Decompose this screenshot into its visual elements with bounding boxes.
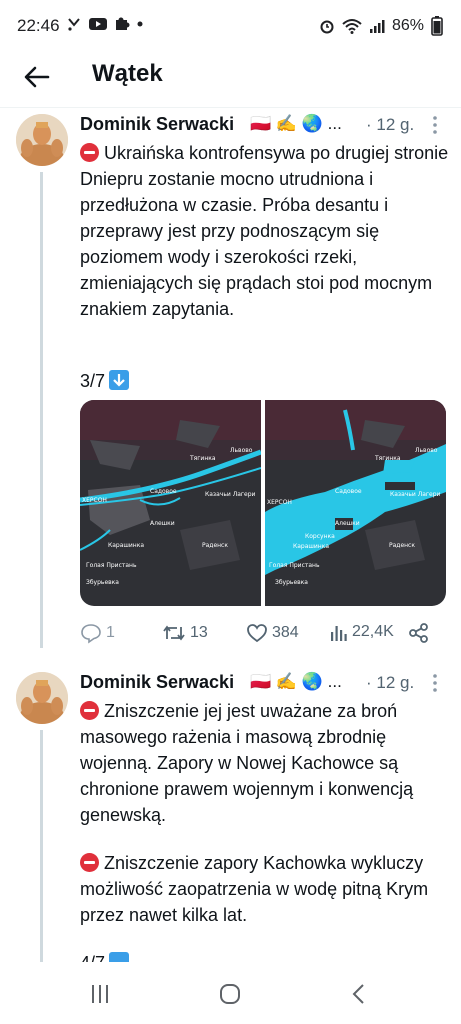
stop-sign-icon [80,853,99,872]
map-image-after[interactable]: Тягинка Львово ХЕРСОН Садовое Казачьи Ла… [265,400,446,606]
thread-counter: 3/7 [80,370,130,392]
status-right: 86% [319,16,443,36]
map-label: Львово [230,447,253,454]
back-icon[interactable] [348,982,372,1006]
tweet-timestamp[interactable]: · 12 g. [366,673,414,693]
tweet-timestamp[interactable]: · 12 g. [366,115,414,135]
page-title: Wątek [92,60,163,87]
map-label: Голая Пристань [86,562,137,569]
tweet-paragraph: Ukraińska kontrofensywa po drugiej stron… [80,143,449,319]
map-label: Збурьевка [275,579,308,586]
tweet-text: Zniszczenie jej jest uważane za broń mas… [80,698,450,828]
stop-sign-icon [80,143,99,162]
views-icon [331,626,347,641]
author-flair: 🇵🇱 ✍️ 🌏 ... [250,672,342,691]
map-label: Садовое [335,488,362,495]
down-arrow-icon [109,370,130,390]
map-label: Тягинка [374,455,401,462]
tweet-header: Dominik Serwacki 🇵🇱 ✍️ 🌏 ... · 12 g. [80,114,450,138]
retweet-count: 13 [190,624,208,641]
battery-icon [431,16,443,36]
system-nav-bar [0,962,461,1024]
map-label: Тягинка [189,455,216,462]
status-time: 22:46 [17,16,60,35]
map-label: Алешки [335,520,360,527]
map-label: Львово [415,447,438,454]
stop-sign-icon [80,701,99,720]
extension-icon [116,17,130,30]
like-count: 384 [272,624,299,641]
dot-icon [137,21,143,27]
map-label: ХЕРСОН [82,497,107,504]
tweet-media[interactable]: Тягинка Львово ХЕРСОН Садовое Казачьи Ла… [80,400,446,606]
map-image-before[interactable]: Тягинка Львово ХЕРСОН Садовое Казачьи Ла… [80,400,261,606]
map-label: Збурьевка [86,579,119,586]
recent-apps-icon[interactable] [88,982,112,1006]
status-bar: 22:46 86% [0,0,461,52]
tweet-actions: 1 13 384 22,4K [80,622,440,646]
map-label: Карашинка [293,543,329,550]
tweet[interactable]: Dominik Serwacki 🇵🇱 ✍️ 🌏 ... · 12 g. Zni… [0,666,461,962]
author-name[interactable]: Dominik Serwacki [80,114,234,135]
views-count: 22,4K [352,623,394,640]
tweet-header: Dominik Serwacki 🇵🇱 ✍️ 🌏 ... · 12 g. [80,672,450,696]
thread-line [40,172,43,648]
app-bar: Wątek [0,52,461,108]
thread-counter-text: 3/7 [80,371,106,391]
back-arrow-icon[interactable] [22,62,52,92]
map-label: ХЕРСОН [267,499,292,506]
thread-counter-text: 4/7 [80,953,105,962]
reply-count: 1 [106,624,115,641]
reply-button[interactable]: 1 [80,622,115,644]
signal-icon [369,20,385,33]
views-button[interactable]: 22,4K [330,622,394,642]
home-icon[interactable] [218,982,242,1006]
reply-icon [81,624,101,644]
down-arrow-icon [109,952,130,962]
more-options-icon[interactable] [428,672,442,694]
share-icon[interactable] [408,622,430,644]
tweet-paragraph: Zniszczenie zapory Kachowka wykluczy moż… [80,853,429,925]
map-label: Садовое [150,488,177,495]
map-label: Карашинка [108,542,144,549]
heart-icon [247,624,267,643]
wifi-icon [342,19,362,34]
map-label: Корсунка [305,533,335,540]
tweet-text: Ukraińska kontrofensywa po drugiej stron… [80,140,450,322]
map-label: Раденск [389,542,415,549]
thread-counter: 4/7 [80,952,130,962]
author-name[interactable]: Dominik Serwacki [80,672,234,693]
more-options-icon[interactable] [428,114,442,136]
map-label: Алешки [150,520,175,527]
battery-percent: 86% [391,17,424,34]
tweet-paragraph: Zniszczenie jej jest uważane za broń mas… [80,701,414,825]
missed-call-icon [68,18,80,31]
notification-icons [66,16,144,32]
avatar-image [16,114,68,166]
map-label: Голая Пристань [269,562,320,569]
retweet-button[interactable]: 13 [162,622,208,644]
avatar[interactable] [16,114,68,166]
avatar[interactable] [16,672,68,724]
avatar-image [16,672,68,724]
youtube-icon [89,18,107,30]
like-button[interactable]: 384 [246,622,299,644]
map-label: Казачьи Лагери [205,491,256,498]
author-flair: 🇵🇱 ✍️ 🌏 ... [250,114,342,133]
map-label: Раденск [202,542,228,549]
thread-line [40,730,43,962]
map-label: Казачьи Лагери [390,491,441,498]
tweet-text: Zniszczenie zapory Kachowka wykluczy moż… [80,850,450,928]
tweet[interactable]: Dominik Serwacki 🇵🇱 ✍️ 🌏 ... · 12 g. Ukr… [0,108,461,648]
retweet-icon [163,625,185,641]
alarm-icon [320,20,334,34]
